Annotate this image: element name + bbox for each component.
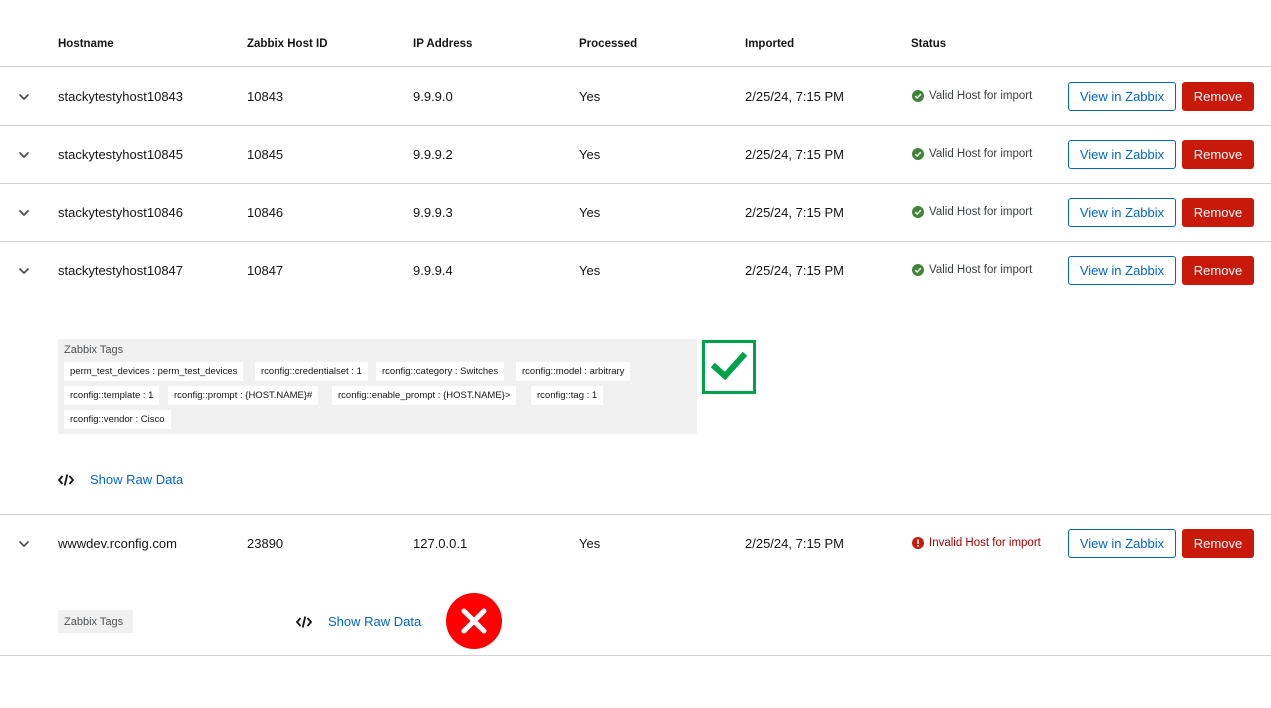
tag-chip: perm_test_devices : perm_test_devices	[64, 362, 244, 381]
zabbix-tags-title: Zabbix Tags	[64, 344, 124, 356]
tag-chip: rconfig::enable_prompt : {HOST.NAME}>	[332, 386, 517, 405]
show-raw-data-label: Show Raw Data	[90, 472, 184, 487]
check-circle-icon	[912, 148, 924, 160]
chevron-down-icon[interactable]	[17, 148, 31, 162]
imported-cell: 2/25/24, 7:15 PM	[745, 263, 845, 278]
status-text: Valid Host for import	[929, 90, 1033, 102]
check-circle-icon	[912, 206, 924, 218]
show-raw-data-link[interactable]: Show Raw Data	[58, 472, 183, 487]
tag-chip: rconfig::template : 1	[64, 386, 160, 405]
chevron-down-icon[interactable]	[17, 264, 31, 278]
remove-button[interactable]: Remove	[1182, 198, 1254, 227]
chevron-down-icon[interactable]	[17, 90, 31, 104]
hostname-cell: stackytestyhost10843	[58, 89, 184, 104]
x-icon	[446, 593, 502, 649]
table-row: stackytestyhost10846 10846 9.9.9.3 Yes 2…	[0, 184, 1271, 242]
table-row: stackytestyhost10843 10843 9.9.9.0 Yes 2…	[0, 67, 1271, 126]
exclamation-circle-icon	[912, 537, 924, 549]
tag-chip: rconfig::credentialset : 1	[255, 362, 368, 381]
status-text: Valid Host for import	[929, 206, 1033, 218]
tag-chip: rconfig::category : Switches	[376, 362, 505, 381]
remove-button[interactable]: Remove	[1182, 82, 1254, 111]
status-badge: Valid Host for import	[912, 264, 1032, 276]
imported-cell: 2/25/24, 7:15 PM	[745, 536, 845, 551]
header-imported[interactable]: Imported	[745, 38, 794, 50]
processed-cell: Yes	[579, 536, 601, 551]
imported-cell: 2/25/24, 7:15 PM	[745, 205, 845, 220]
hostname-cell: stackytestyhost10847	[58, 263, 184, 278]
code-icon	[58, 473, 74, 487]
tag-chip: rconfig::tag : 1	[531, 386, 604, 405]
remove-button[interactable]: Remove	[1182, 529, 1254, 558]
show-raw-data-label: Show Raw Data	[328, 614, 422, 629]
status-text: Valid Host for import	[929, 148, 1033, 160]
hostname-cell: stackytestyhost10845	[58, 147, 184, 162]
imported-cell: 2/25/24, 7:15 PM	[745, 147, 845, 162]
view-in-zabbix-button[interactable]: View in Zabbix	[1068, 529, 1176, 558]
ip-cell: 9.9.9.4	[413, 263, 453, 278]
status-badge: Invalid Host for import	[912, 537, 1041, 549]
status-badge: Valid Host for import	[912, 206, 1032, 218]
header-ip-address[interactable]: IP Address	[413, 38, 472, 50]
processed-cell: Yes	[579, 263, 601, 278]
remove-button[interactable]: Remove	[1182, 140, 1254, 169]
code-icon	[296, 615, 312, 629]
tag-chip: rconfig::model : arbitrary	[516, 362, 631, 381]
view-in-zabbix-button[interactable]: View in Zabbix	[1068, 140, 1176, 169]
host-id-cell: 10846	[247, 205, 284, 220]
tag-chip: rconfig::prompt : {HOST.NAME}#	[168, 386, 319, 405]
status-badge: Valid Host for import	[912, 148, 1032, 160]
table-row: stackytestyhost10845 10845 9.9.9.2 Yes 2…	[0, 126, 1271, 184]
hostname-cell: stackytestyhost10846	[58, 205, 184, 220]
header-hostname[interactable]: Hostname	[58, 38, 114, 50]
show-raw-data-link[interactable]: Show Raw Data	[296, 614, 421, 629]
processed-cell: Yes	[579, 89, 601, 104]
table-row-expanded: wwwdev.rconfig.com 23890 127.0.0.1 Yes 2…	[0, 515, 1271, 656]
view-in-zabbix-button[interactable]: View in Zabbix	[1068, 256, 1176, 285]
chevron-down-icon[interactable]	[17, 537, 31, 551]
zabbix-tags-panel-empty: Zabbix Tags	[58, 610, 133, 633]
status-badge: Valid Host for import	[912, 90, 1032, 102]
host-id-cell: 10845	[247, 147, 284, 162]
view-in-zabbix-button[interactable]: View in Zabbix	[1068, 198, 1176, 227]
remove-button[interactable]: Remove	[1182, 256, 1254, 285]
table-header: Hostname Zabbix Host ID IP Address Proce…	[0, 0, 1271, 67]
chevron-down-icon[interactable]	[17, 206, 31, 220]
ip-cell: 9.9.9.0	[413, 89, 453, 104]
header-host-id[interactable]: Zabbix Host ID	[247, 38, 328, 50]
ip-cell: 9.9.9.2	[413, 147, 453, 162]
header-status[interactable]: Status	[911, 38, 946, 50]
check-circle-icon	[912, 90, 924, 102]
host-id-cell: 10847	[247, 263, 284, 278]
zabbix-tags-panel: Zabbix Tags perm_test_devices : perm_tes…	[58, 339, 697, 434]
host-id-cell: 23890	[247, 536, 284, 551]
status-text: Valid Host for import	[929, 264, 1033, 276]
ip-cell: 127.0.0.1	[413, 536, 468, 551]
header-processed[interactable]: Processed	[579, 38, 637, 50]
status-text: Invalid Host for import	[929, 537, 1041, 549]
checkmark-icon	[702, 340, 756, 394]
processed-cell: Yes	[579, 205, 601, 220]
ip-cell: 9.9.9.3	[413, 205, 453, 220]
imported-cell: 2/25/24, 7:15 PM	[745, 89, 845, 104]
check-circle-icon	[912, 264, 924, 276]
hostname-cell: wwwdev.rconfig.com	[58, 536, 177, 551]
processed-cell: Yes	[579, 147, 601, 162]
view-in-zabbix-button[interactable]: View in Zabbix	[1068, 82, 1176, 111]
host-id-cell: 10843	[247, 89, 284, 104]
tag-chip: rconfig::vendor : Cisco	[64, 410, 171, 429]
